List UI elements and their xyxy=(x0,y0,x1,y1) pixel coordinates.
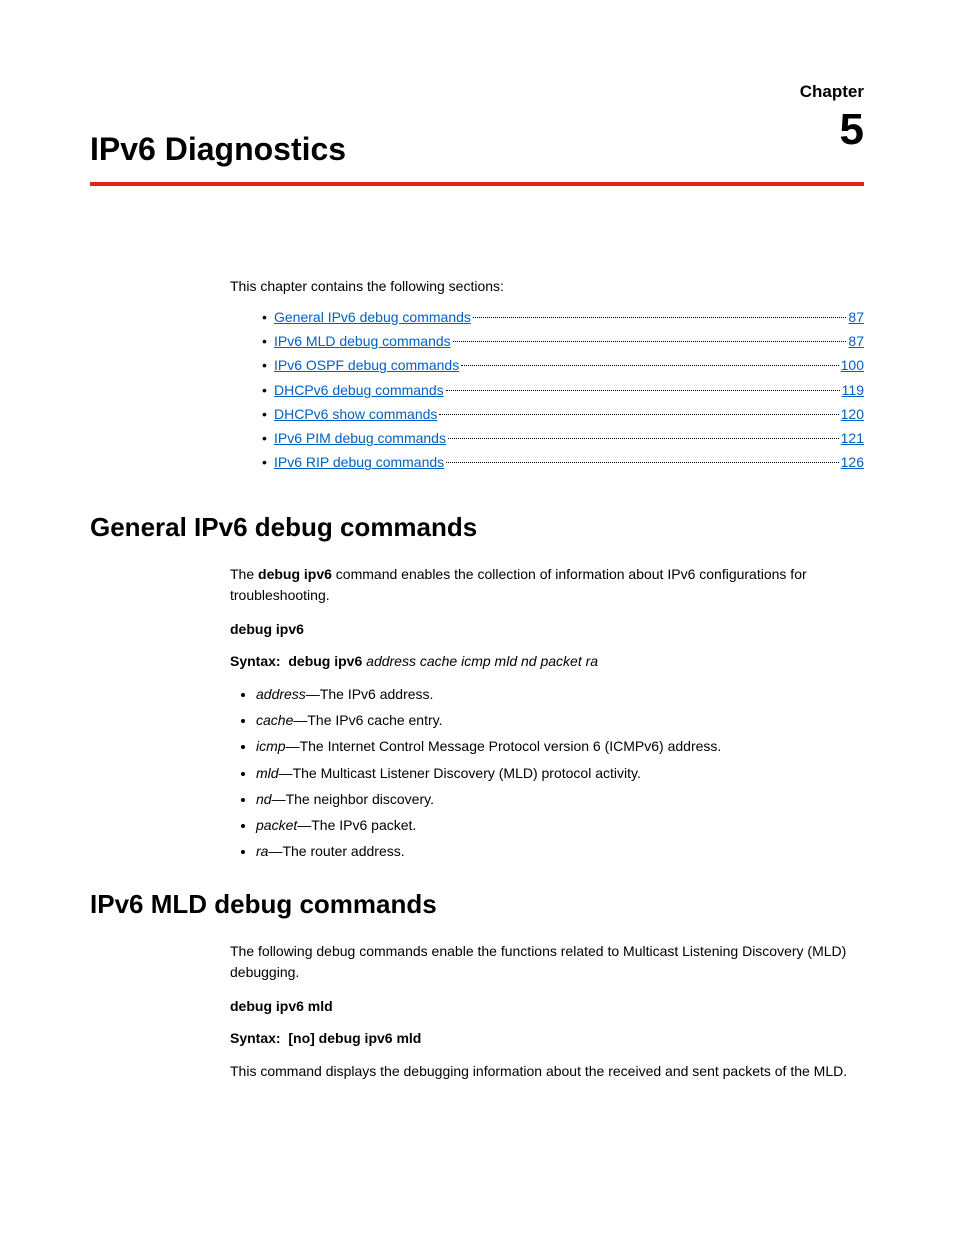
list-item: address—The IPv6 address. xyxy=(256,684,864,704)
toc-page-link[interactable]: 100 xyxy=(841,355,864,375)
command-name-debug-ipv6-mld: debug ipv6 mld xyxy=(230,996,864,1016)
param-name: ra xyxy=(256,843,268,859)
param-desc: —The IPv6 cache entry. xyxy=(293,712,442,728)
param-name: packet xyxy=(256,817,297,833)
bullet-icon: • xyxy=(262,452,274,472)
list-item: mld—The Multicast Listener Discovery (ML… xyxy=(256,763,864,783)
toc-entry: • DHCPv6 show commands 120 xyxy=(262,404,864,424)
list-item: icmp—The Internet Control Message Protoc… xyxy=(256,736,864,756)
param-name: cache xyxy=(256,712,293,728)
param-name: address xyxy=(256,686,306,702)
syntax-cmd: [no] debug ipv6 mld xyxy=(288,1030,421,1046)
toc-page-link[interactable]: 87 xyxy=(848,307,864,327)
list-item: packet—The IPv6 packet. xyxy=(256,815,864,835)
toc-entry: • IPv6 RIP debug commands 126 xyxy=(262,452,864,472)
toc-page-link[interactable]: 119 xyxy=(842,380,864,400)
toc-page-link[interactable]: 126 xyxy=(841,452,864,472)
toc-leader xyxy=(473,317,847,318)
toc: • General IPv6 debug commands 87 • IPv6 … xyxy=(262,307,864,473)
toc-leader xyxy=(448,438,839,439)
param-desc: —The IPv6 packet. xyxy=(297,817,416,833)
param-name: nd xyxy=(256,791,272,807)
param-desc: —The Multicast Listener Discovery (MLD) … xyxy=(279,765,641,781)
bullet-icon: • xyxy=(262,307,274,327)
list-item: cache—The IPv6 cache entry. xyxy=(256,710,864,730)
list-item: ra—The router address. xyxy=(256,841,864,861)
bullet-icon: • xyxy=(262,404,274,424)
syntax-label: Syntax: xyxy=(230,1030,281,1046)
syntax-line-debug-ipv6-mld: Syntax: [no] debug ipv6 mld xyxy=(230,1028,864,1048)
toc-entry: • DHCPv6 debug commands 119 xyxy=(262,380,864,400)
toc-entry: • IPv6 MLD debug commands 87 xyxy=(262,331,864,351)
desc-cmd: debug ipv6 xyxy=(258,566,332,582)
syntax-label: Syntax: xyxy=(230,653,281,669)
toc-leader xyxy=(446,462,838,463)
chapter-title: IPv6 Diagnostics xyxy=(90,80,864,172)
toc-leader xyxy=(439,414,838,415)
param-list: address—The IPv6 address. cache—The IPv6… xyxy=(230,684,864,862)
syntax-line-debug-ipv6: Syntax: debug ipv6 address cache icmp ml… xyxy=(230,651,864,671)
list-item: nd—The neighbor discovery. xyxy=(256,789,864,809)
desc-pre: The xyxy=(230,566,258,582)
param-desc: —The neighbor discovery. xyxy=(272,791,434,807)
param-desc: —The router address. xyxy=(268,843,404,859)
intro-text: This chapter contains the following sect… xyxy=(230,276,864,296)
toc-link-dhcpv6-debug[interactable]: DHCPv6 debug commands xyxy=(274,380,444,400)
section-heading-ipv6-mld: IPv6 MLD debug commands xyxy=(90,886,864,924)
bullet-icon: • xyxy=(262,380,274,400)
toc-link-general-ipv6[interactable]: General IPv6 debug commands xyxy=(274,307,471,327)
toc-link-ipv6-ospf[interactable]: IPv6 OSPF debug commands xyxy=(274,355,459,375)
toc-leader xyxy=(453,341,847,342)
section1-description: The debug ipv6 command enables the colle… xyxy=(230,564,864,605)
param-name: mld xyxy=(256,765,279,781)
section2-cmd-description: This command displays the debugging info… xyxy=(230,1061,864,1081)
bullet-icon: • xyxy=(262,428,274,448)
toc-leader xyxy=(446,390,840,391)
bullet-icon: • xyxy=(262,331,274,351)
toc-leader xyxy=(461,365,838,366)
chapter-label: Chapter xyxy=(800,80,864,105)
toc-link-dhcpv6-show[interactable]: DHCPv6 show commands xyxy=(274,404,437,424)
syntax-cmd: debug ipv6 xyxy=(288,653,362,669)
header-rule xyxy=(90,182,864,186)
toc-entry: • IPv6 OSPF debug commands 100 xyxy=(262,355,864,375)
param-desc: —The IPv6 address. xyxy=(306,686,434,702)
section-heading-general-ipv6: General IPv6 debug commands xyxy=(90,509,864,547)
toc-page-link[interactable]: 121 xyxy=(841,428,864,448)
param-name: icmp xyxy=(256,738,286,754)
toc-link-ipv6-rip[interactable]: IPv6 RIP debug commands xyxy=(274,452,444,472)
param-desc: —The Internet Control Message Protocol v… xyxy=(286,738,722,754)
toc-page-link[interactable]: 87 xyxy=(848,331,864,351)
toc-entry: • IPv6 PIM debug commands 121 xyxy=(262,428,864,448)
chapter-header: Chapter 5 IPv6 Diagnostics xyxy=(90,80,864,172)
toc-link-ipv6-mld[interactable]: IPv6 MLD debug commands xyxy=(274,331,451,351)
command-name-debug-ipv6: debug ipv6 xyxy=(230,619,864,639)
toc-link-ipv6-pim[interactable]: IPv6 PIM debug commands xyxy=(274,428,446,448)
bullet-icon: • xyxy=(262,355,274,375)
chapter-number: 5 xyxy=(840,108,864,152)
toc-entry: • General IPv6 debug commands 87 xyxy=(262,307,864,327)
toc-page-link[interactable]: 120 xyxy=(841,404,864,424)
syntax-args: address cache icmp mld nd packet ra xyxy=(366,653,598,669)
section2-description: The following debug commands enable the … xyxy=(230,941,864,982)
